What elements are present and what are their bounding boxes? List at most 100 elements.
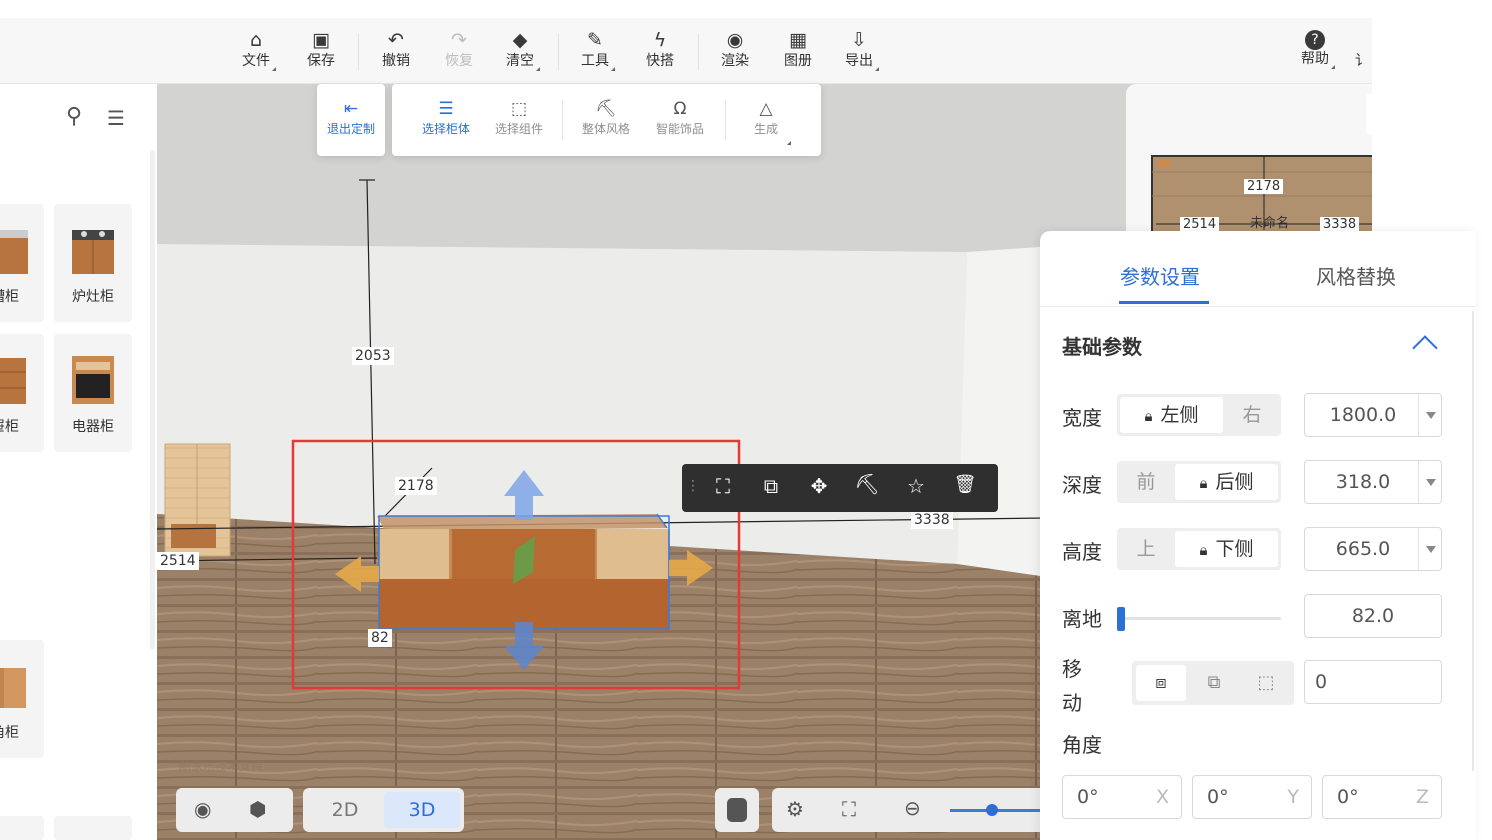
- catalog-item-stove-cabinet[interactable]: 炉灶柜: [54, 204, 132, 322]
- depth-label: 深度: [1062, 473, 1102, 497]
- properties-panel: 参数设置 风格替换 基础参数 宽度 🔒︎ 左侧 右 1800.0 深度 前 🔒︎ 后…: [1040, 231, 1476, 840]
- angle-x-input[interactable]: 0° X: [1062, 775, 1182, 819]
- minimap-label-top: 2178: [1244, 179, 1284, 194]
- height-anchor-top[interactable]: 上: [1120, 531, 1172, 567]
- height-dropdown-icon[interactable]: [1418, 528, 1441, 570]
- move-input[interactable]: 0: [1304, 660, 1442, 704]
- zoom-out-icon[interactable]: ⊖: [904, 796, 921, 820]
- catalog-item-drawer-cabinet[interactable]: 屉柜: [0, 334, 44, 452]
- more-menu-button[interactable]: 讠: [1352, 28, 1372, 70]
- select-component-button[interactable]: ⬚ 选择组件: [487, 98, 551, 137]
- lock-icon: 🔒︎: [1199, 474, 1208, 492]
- generate-button[interactable]: △ 生成: [734, 98, 798, 137]
- filter-menu-icon[interactable]: ☰: [107, 106, 125, 130]
- cube-frame-icon: ⬚: [1257, 672, 1275, 693]
- minimap[interactable]: 2178 2514 未命名 3338: [1126, 84, 1372, 234]
- floor-offset-input[interactable]: 82.0: [1304, 594, 1442, 638]
- eraser-icon: ◆: [512, 29, 528, 51]
- zoom-slider-thumb[interactable]: [986, 804, 998, 816]
- album-button[interactable]: ▦ 图册: [776, 28, 820, 70]
- cube-stack-icon: ⧉: [1207, 672, 1221, 693]
- star-icon[interactable]: ☆: [901, 474, 931, 498]
- save-button[interactable]: ▣ 保存: [299, 28, 343, 70]
- select-cabinet-button[interactable]: ☰ 选择柜体: [414, 98, 478, 137]
- export-button[interactable]: ⇩ 导出: [837, 28, 881, 71]
- angle-y-input[interactable]: 0° Y: [1192, 775, 1312, 819]
- save-icon: ▣: [312, 29, 330, 51]
- width-anchor-left[interactable]: 🔒︎ 左侧: [1120, 397, 1223, 433]
- tab-style-replace[interactable]: 风格替换: [1316, 261, 1396, 290]
- smart-decor-button[interactable]: Ω 智能饰品: [648, 98, 712, 137]
- watermark: 酷家乐技术支持: [179, 759, 264, 773]
- angle-label: 角度: [1062, 733, 1102, 757]
- copy-icon[interactable]: ⧉: [756, 474, 786, 498]
- redo-button[interactable]: ↷ 恢复: [437, 28, 481, 70]
- catalog-item-partial[interactable]: [54, 816, 132, 840]
- catalog-item-corner-cabinet[interactable]: 角柜: [0, 640, 44, 758]
- width-dropdown-icon[interactable]: [1418, 394, 1441, 436]
- drag-handle-icon[interactable]: ⋮: [686, 478, 700, 494]
- paint-roller-icon: ⛏: [595, 99, 617, 119]
- component-select-icon: ⬚: [510, 99, 528, 119]
- section-title: 基础参数: [1062, 335, 1142, 359]
- custom-toolbar: ☰ 选择柜体 ⬚ 选择组件 ⛏ 整体风格 Ω 智能饰品 △ 生成: [392, 84, 821, 156]
- width-input[interactable]: 1800.0: [1304, 393, 1442, 437]
- tools-button[interactable]: ✎ 工具: [573, 28, 617, 71]
- overall-style-button[interactable]: ⛏ 整体风格: [574, 98, 638, 137]
- move-mode-top[interactable]: ⬚: [1241, 665, 1291, 701]
- tab-parameters[interactable]: 参数设置: [1120, 261, 1200, 290]
- properties-scrollbar[interactable]: [1472, 311, 1474, 771]
- catalog-item-appliance-cabinet[interactable]: 电器柜: [54, 334, 132, 452]
- eye-icon[interactable]: ◉: [194, 797, 211, 821]
- layer-toggle[interactable]: [715, 788, 759, 832]
- move-icon[interactable]: ✥: [804, 474, 834, 498]
- collapse-chevron-icon[interactable]: [1412, 335, 1438, 361]
- camera-settings-icon[interactable]: ⚙: [786, 797, 804, 821]
- lightning-icon: ϟ: [653, 29, 667, 51]
- dim-width-top-label: 2178: [395, 477, 437, 495]
- active-tab-underline: [1119, 301, 1209, 304]
- move-label-line1: 移: [1062, 657, 1082, 681]
- exit-custom-button[interactable]: ⇤ 退出定制: [319, 98, 383, 137]
- dim-width-left-label: 2514: [157, 552, 199, 570]
- catalog-item-partial[interactable]: [0, 816, 44, 840]
- file-button[interactable]: ⌂ 文件: [234, 28, 278, 71]
- floor-offset-slider[interactable]: [1117, 607, 1281, 631]
- floor-offset-slider-thumb[interactable]: [1117, 607, 1125, 631]
- mode-2d-button[interactable]: 2D: [307, 792, 383, 828]
- help-button[interactable]: ? 帮助: [1293, 28, 1337, 69]
- catalog-scrollbar[interactable]: [150, 150, 155, 650]
- camera-icon: ◉: [726, 29, 744, 51]
- generate-icon: △: [759, 99, 773, 119]
- move-mode-group: ⧈ ⧉ ⬚: [1132, 661, 1294, 705]
- quick-build-button[interactable]: ϟ 快搭: [638, 28, 682, 70]
- width-label: 宽度: [1062, 406, 1102, 430]
- height-anchor-toggle: 上 🔒︎ 下侧: [1117, 528, 1281, 570]
- trash-icon[interactable]: 🗑: [950, 474, 980, 495]
- height-anchor-bottom[interactable]: 🔒︎ 下侧: [1175, 531, 1278, 567]
- dim-width-right-label: 3338: [911, 511, 953, 529]
- depth-anchor-back[interactable]: 🔒︎ 后侧: [1175, 464, 1278, 500]
- minimap-label-name: 未命名: [1250, 216, 1290, 231]
- depth-input[interactable]: 318.0: [1304, 460, 1442, 504]
- clear-button[interactable]: ◆ 清空: [498, 28, 542, 71]
- move-mode-front[interactable]: ⧈: [1136, 665, 1186, 701]
- render-button[interactable]: ◉ 渲染: [713, 28, 757, 70]
- dim-floor-height-label: 82: [368, 629, 392, 647]
- depth-anchor-front[interactable]: 前: [1120, 464, 1172, 500]
- depth-dropdown-icon[interactable]: [1418, 461, 1441, 503]
- width-anchor-right[interactable]: 右: [1227, 397, 1277, 433]
- angle-z-input[interactable]: 0° Z: [1322, 775, 1442, 819]
- style-brush-icon[interactable]: ⛏: [852, 472, 882, 496]
- select-frame-icon[interactable]: ⛶: [708, 474, 738, 498]
- height-label: 高度: [1062, 540, 1102, 564]
- search-icon[interactable]: ⚲: [66, 104, 82, 129]
- lock-icon: 🔒︎: [1144, 407, 1153, 425]
- undo-button[interactable]: ↶ 撤销: [374, 28, 418, 70]
- height-input[interactable]: 665.0: [1304, 527, 1442, 571]
- catalog-item-sink-cabinet[interactable]: 槽柜: [0, 204, 44, 322]
- fit-view-icon[interactable]: ⛶: [842, 797, 856, 821]
- move-mode-side[interactable]: ⧉: [1189, 665, 1239, 701]
- mode-3d-button[interactable]: 3D: [384, 792, 460, 828]
- cube-icon[interactable]: ⬢: [249, 797, 266, 821]
